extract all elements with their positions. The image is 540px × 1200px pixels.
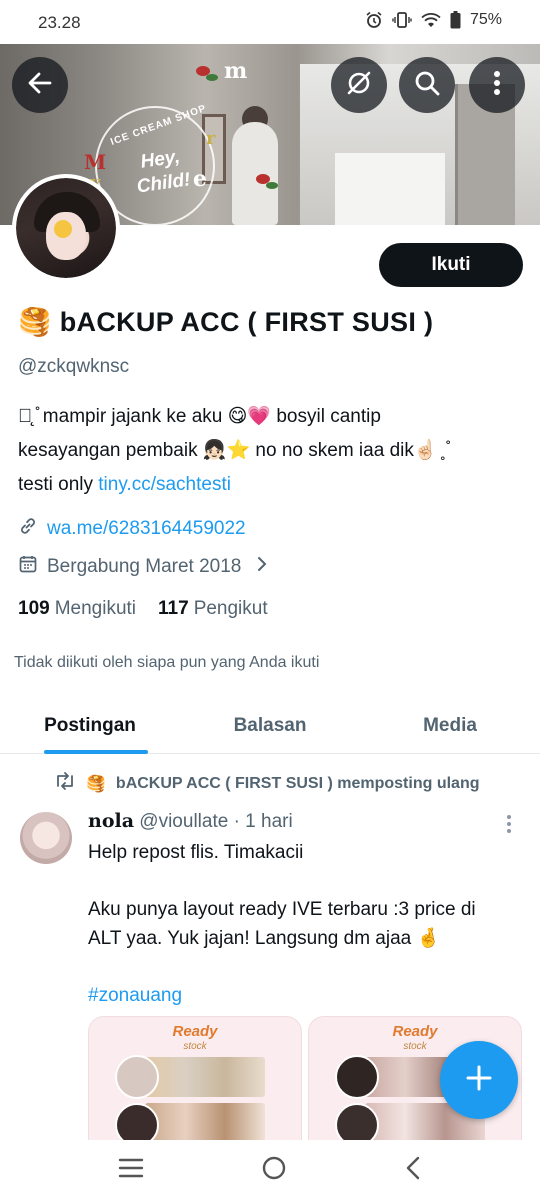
post-media-1[interactable]: Ready stock (88, 1016, 302, 1146)
display-name: 🥞 bACKUP ACC ( FIRST SUSI ) (18, 306, 433, 338)
banner-leaf (266, 182, 278, 189)
bio-line: testi only tiny.cc/sachtesti (18, 468, 526, 502)
recents-icon[interactable] (118, 1157, 144, 1184)
profile-avatar[interactable] (12, 174, 120, 282)
profile-bio: ︶̨ ̊ mampir jajank ke aku 😋💗 bosyil cant… (18, 400, 526, 502)
repost-indicator[interactable]: 🥞 bACKUP ACC ( FIRST SUSI ) memposting u… (54, 772, 479, 795)
bio-line: kesayangan pembaik 👧🏻⭐ no no skem iaa di… (18, 440, 449, 461)
tab-posts[interactable]: Postingan (0, 698, 180, 753)
follow-counts: 109 Mengikuti 117 Pengikut (18, 598, 268, 620)
bio-link[interactable]: tiny.cc/sachtesti (98, 474, 231, 495)
chevron-right-icon (256, 555, 268, 579)
grok-icon (344, 68, 374, 103)
active-tab-indicator (44, 750, 148, 754)
profile-handle: @zckqwknsc (18, 356, 130, 377)
avatar-photo (16, 178, 116, 278)
post-text-line: ALT yaa. Yuk jajan! Langsung dm ajaa 🤞 (88, 928, 441, 949)
alarm-icon (365, 11, 383, 29)
status-time: 23.28 (38, 13, 81, 32)
system-nav-bar (0, 1140, 540, 1200)
post-header: nola @vioullate · 1 hari (88, 810, 293, 833)
bio-line: ︶̨ ̊ mampir jajank ke aku 😋💗 bosyil cant… (18, 406, 381, 427)
more-vertical-icon (493, 70, 501, 101)
followed-by-note: Tidak diikuti oleh siapa pun yang Anda i… (14, 654, 320, 671)
media-title: Ready (392, 1023, 438, 1040)
media-subtitle: stock (183, 1041, 207, 1052)
battery-icon (450, 11, 461, 29)
bio-text: testi only (18, 474, 99, 495)
repost-icon (54, 772, 76, 795)
search-button[interactable] (399, 57, 455, 113)
followers-number: 117 (158, 598, 189, 619)
display-name-text: bACKUP ACC ( FIRST SUSI ) (59, 307, 434, 337)
post-hashtag[interactable]: #zonauang (88, 981, 528, 1010)
banner-leaf (206, 74, 218, 81)
post-text-line: Help repost flis. Timakacii (88, 842, 304, 863)
compose-button[interactable] (440, 1041, 518, 1119)
website-link[interactable]: wa.me/6283164459022 (47, 518, 246, 540)
following-count[interactable]: 109 Mengikuti (18, 598, 136, 620)
post-author-avatar[interactable] (20, 812, 72, 864)
post-text-line: Aku punya layout ready IVE terbaru :3 pr… (88, 899, 476, 920)
more-options-button[interactable] (469, 57, 525, 113)
avatar-sticker (54, 220, 72, 238)
compose-plus-icon (464, 1063, 494, 1098)
joined-row[interactable]: Bergabung Maret 2018 (18, 554, 268, 580)
following-number: 109 (18, 598, 50, 619)
status-bar: 23.28 75% (0, 0, 540, 44)
post-author-handle[interactable]: @vioullate (139, 811, 228, 832)
banner-letter-r: r (206, 128, 216, 149)
status-icons: 75% (365, 11, 502, 29)
vibrate-icon (392, 11, 412, 29)
follow-button[interactable]: Ikuti (379, 243, 523, 287)
back-icon[interactable] (404, 1155, 422, 1186)
post-more-button[interactable] (506, 814, 512, 839)
post-author-name[interactable]: nola (88, 810, 134, 832)
followers-count[interactable]: 117 Pengikut (158, 598, 268, 620)
home-icon[interactable] (261, 1155, 287, 1186)
wifi-icon (421, 12, 441, 28)
post-time: · 1 hari (233, 811, 293, 832)
link-icon (18, 516, 38, 542)
followers-label: Pengikut (193, 598, 268, 619)
name-emoji: 🥞 (18, 307, 52, 337)
calendar-icon (18, 554, 38, 580)
grok-button[interactable] (331, 57, 387, 113)
banner-letter-M: M (84, 150, 107, 174)
battery-percent: 75% (469, 11, 502, 28)
website-row: wa.me/6283164459022 (18, 516, 246, 542)
banner-letter-e: e (193, 166, 207, 192)
media-thumb (335, 1055, 379, 1099)
media-collage (145, 1057, 265, 1097)
banner-person (232, 122, 278, 225)
following-label: Mengikuti (54, 598, 137, 619)
media-thumb (115, 1055, 159, 1099)
tab-replies[interactable]: Balasan (180, 698, 360, 753)
banner-letter-m: m (224, 58, 248, 84)
back-button[interactable] (12, 57, 68, 113)
banner-counter (335, 149, 445, 225)
profile-tabs: Postingan Balasan Media (0, 698, 540, 754)
media-title: Ready (172, 1023, 218, 1040)
tab-media[interactable]: Media (360, 698, 540, 753)
post-body: Help repost flis. Timakacii Aku punya la… (88, 838, 528, 1010)
repost-text: bACKUP ACC ( FIRST SUSI ) memposting ula… (115, 774, 480, 792)
joined-date: Bergabung Maret 2018 (47, 556, 242, 577)
back-arrow-icon (26, 69, 54, 102)
repost-emoji: 🥞 (86, 775, 106, 793)
search-icon (413, 69, 441, 102)
more-vertical-icon (506, 815, 512, 838)
